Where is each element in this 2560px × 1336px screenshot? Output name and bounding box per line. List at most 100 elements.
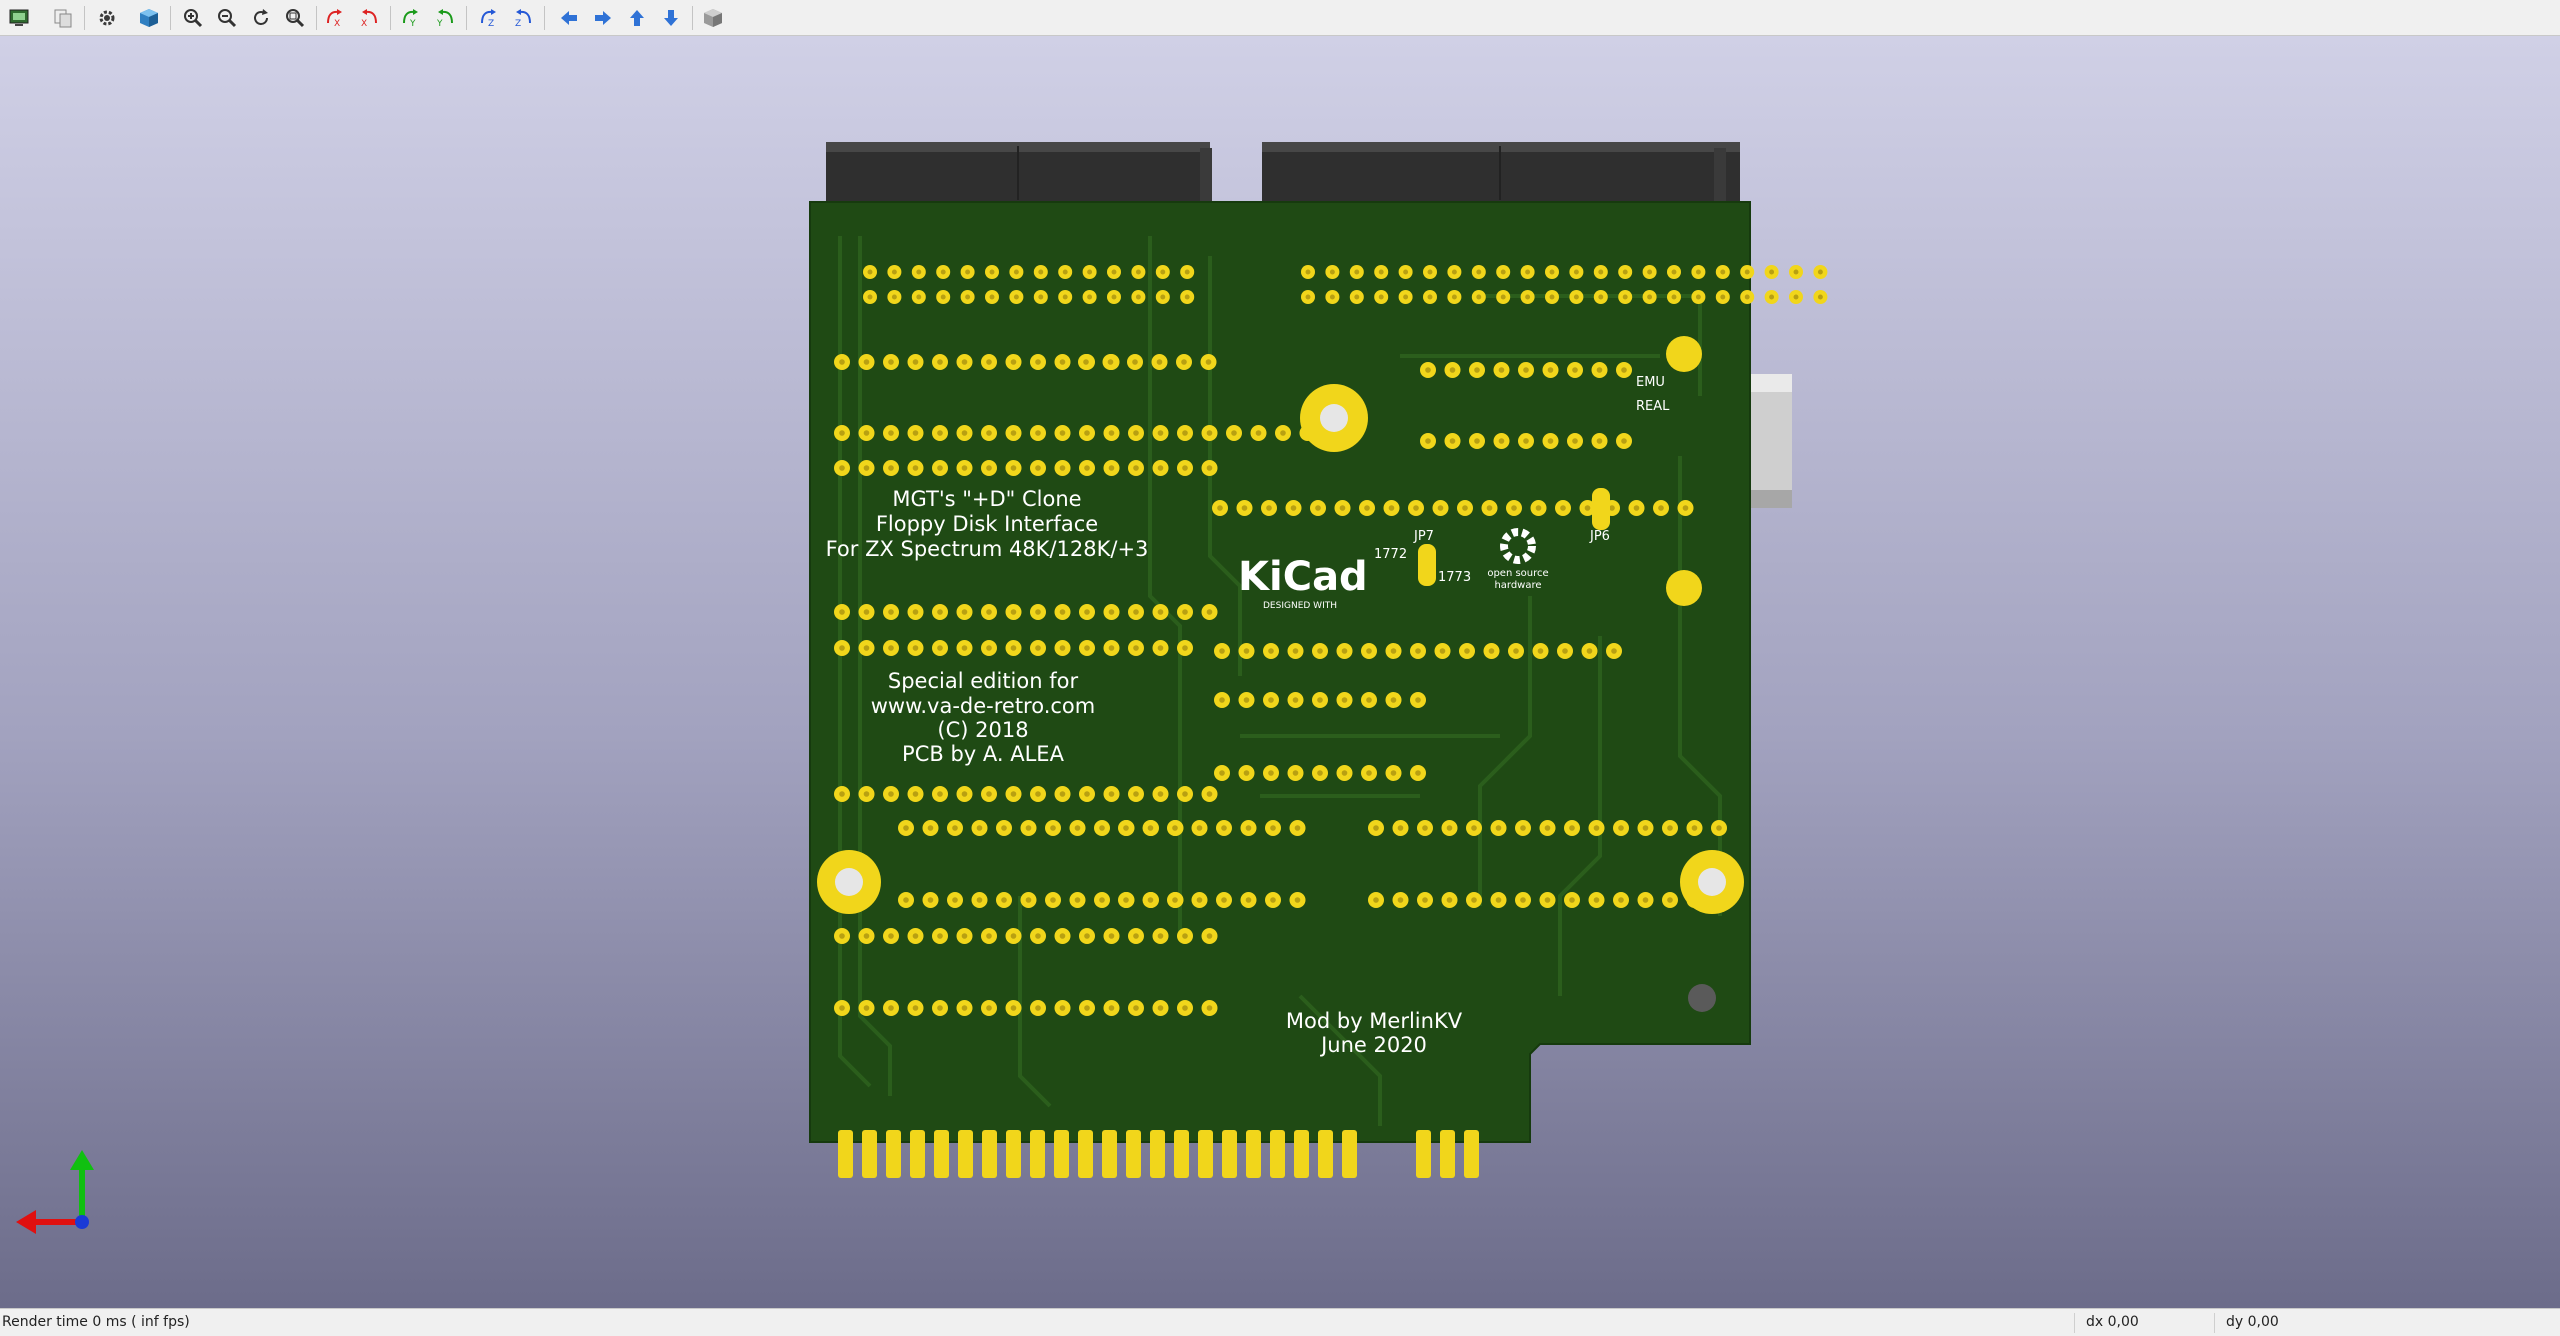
pad-hole	[1217, 505, 1223, 511]
settings-gear-icon[interactable]	[92, 3, 122, 33]
pan-left-icon[interactable]	[554, 3, 584, 33]
pad-hole	[1156, 359, 1163, 365]
ortho-cube-icon[interactable]	[698, 3, 728, 33]
pad-hole	[1266, 505, 1272, 511]
edition-line-1: Special edition for	[888, 669, 1079, 693]
kicad-logo-text: KiCad	[1238, 554, 1368, 600]
rotate-z-cw-icon[interactable]: Z	[474, 3, 504, 33]
pad-hole	[1108, 645, 1115, 651]
pad-hole	[1667, 825, 1673, 831]
pad-hole	[940, 294, 946, 300]
oshw-line-2: hardware	[1494, 580, 1541, 591]
pad-hole	[1010, 1005, 1017, 1011]
pad-hole	[1241, 505, 1248, 511]
pad-hole	[1495, 897, 1502, 903]
pad-hole	[1525, 269, 1531, 275]
pad-hole	[1621, 367, 1627, 373]
label-real: REAL	[1636, 399, 1670, 414]
zoom-fit-icon[interactable]	[280, 3, 310, 33]
pad-hole	[1219, 697, 1225, 703]
pad-hole	[1157, 465, 1164, 471]
pad-hole	[937, 791, 943, 797]
pad-hole	[1584, 505, 1591, 511]
pad-hole	[863, 645, 870, 651]
pad-hole	[1010, 791, 1017, 797]
rotate-x-cw-icon[interactable]: X	[320, 3, 350, 33]
pad-hole	[1111, 294, 1117, 300]
rotate-y-ccw-icon[interactable]: Y	[430, 3, 460, 33]
pad-hole	[888, 933, 894, 939]
render-realtime-icon[interactable]	[4, 3, 34, 33]
pad-hole	[912, 430, 919, 436]
mod-line-2: June 2020	[1319, 1033, 1427, 1057]
pad-hole	[1495, 825, 1502, 831]
edge-finger	[934, 1130, 949, 1178]
pad-hole	[1107, 359, 1114, 365]
pad-hole	[986, 430, 992, 436]
pad-hole	[1547, 367, 1554, 373]
edge-finger	[1078, 1130, 1093, 1178]
pad-hole	[1133, 645, 1139, 651]
pad-hole	[912, 933, 919, 939]
pad-hole	[1206, 791, 1213, 797]
pad-hole	[1569, 897, 1575, 903]
pad-hole	[1511, 505, 1517, 511]
pad-hole	[1010, 430, 1017, 436]
edge-finger	[958, 1130, 973, 1178]
pad-hole	[1523, 438, 1529, 444]
pan-down-icon[interactable]	[656, 3, 686, 33]
pad-hole	[1658, 505, 1664, 511]
pad-hole	[1196, 897, 1203, 903]
edge-finger	[1440, 1130, 1455, 1178]
pad-hole	[1221, 897, 1227, 903]
svg-text:Y: Y	[409, 19, 416, 29]
pad-hole	[1172, 825, 1178, 831]
zoom-out-icon[interactable]	[212, 3, 242, 33]
edge-finger	[910, 1130, 925, 1178]
pad-hole	[1147, 825, 1154, 831]
title-line-3: For ZX Spectrum 48K/128K/+3	[826, 537, 1149, 561]
pad-hole	[1084, 645, 1090, 651]
rotate-z-ccw-icon[interactable]: Z	[508, 3, 538, 33]
pad-hole	[1793, 269, 1799, 275]
pad-hole	[1132, 359, 1138, 365]
pad-hole	[1035, 645, 1041, 651]
copy-image-icon[interactable]	[48, 3, 78, 33]
status-bar: Render time 0 ms ( inf fps) dx 0,00 dy 0…	[0, 1308, 2560, 1336]
pad-hole	[1108, 933, 1115, 939]
pad-hole	[912, 609, 919, 615]
pad-hole	[1317, 697, 1323, 703]
pan-up-icon[interactable]	[622, 3, 652, 33]
pad-hole	[961, 933, 968, 939]
pad-hole	[1618, 897, 1624, 903]
pad-hole	[863, 359, 870, 365]
pad-hole	[1206, 430, 1213, 436]
edge-finger	[1174, 1130, 1189, 1178]
pad-hole	[1270, 897, 1276, 903]
edge-finger	[1294, 1130, 1309, 1178]
pad-hole	[1050, 825, 1056, 831]
svg-text:X: X	[334, 19, 340, 29]
top-connector-left	[826, 142, 1212, 202]
pad-hole	[1133, 1005, 1139, 1011]
pad-hole	[1245, 825, 1252, 831]
rotate-y-cw-icon[interactable]: Y	[396, 3, 426, 33]
pad-hole	[1084, 1005, 1090, 1011]
pad-hole	[1147, 897, 1154, 903]
pad-hole	[1422, 825, 1428, 831]
pad-hole	[903, 897, 909, 903]
rotary-pad-bottom	[1666, 570, 1702, 606]
pad-hole	[1446, 897, 1453, 903]
pad-hole	[1341, 697, 1348, 703]
pad-hole	[937, 1005, 943, 1011]
pcb-3d-render: MGT's "+D" Clone Floppy Disk Interface F…	[16, 142, 1828, 1234]
redraw-icon[interactable]	[246, 3, 276, 33]
rotate-x-ccw-icon[interactable]: X	[354, 3, 384, 33]
pan-right-icon[interactable]	[588, 3, 618, 33]
pad-hole	[1182, 609, 1188, 615]
3d-viewport[interactable]: MGT's "+D" Clone Floppy Disk Interface F…	[0, 36, 2560, 1308]
zoom-in-icon[interactable]	[178, 3, 208, 33]
raytracing-cube-icon[interactable]	[134, 3, 164, 33]
pad-hole	[1305, 269, 1311, 275]
pad-hole	[1182, 430, 1188, 436]
